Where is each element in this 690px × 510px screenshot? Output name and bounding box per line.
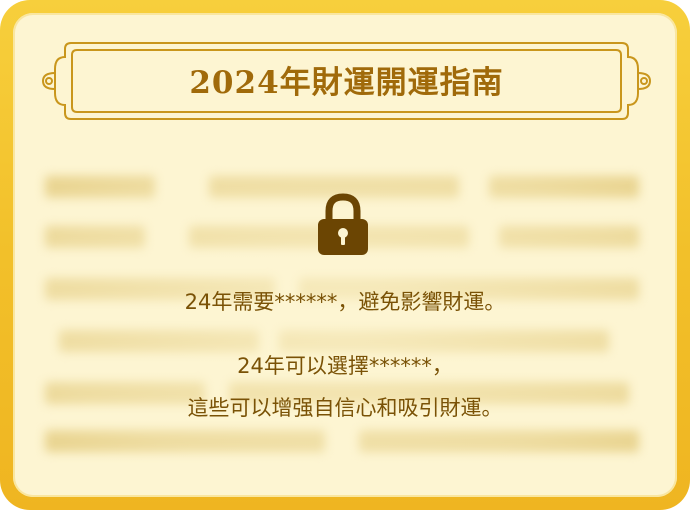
lock-icon <box>318 193 368 255</box>
fortune-card: 2024年財運開運指南 24年需要******，避免影響財運。 24年可以選擇*… <box>0 0 690 510</box>
locked-message-line3: 這些可以增强自信心和吸引財運。 <box>187 396 503 420</box>
card-panel: 2024年財運開運指南 24年需要******，避免影響財運。 24年可以選擇*… <box>13 13 677 497</box>
locked-message-line2: 24年可以選擇******， <box>237 354 453 378</box>
title-banner: 2024年財運開運指南 <box>41 39 652 123</box>
page-title: 2024年財運開運指南 <box>189 65 504 101</box>
locked-message-line1: 24年需要******，避免影響財運。 <box>184 290 506 314</box>
locked-message-block: 24年可以選擇******， 這些可以增强自信心和吸引財運。 <box>13 345 677 429</box>
